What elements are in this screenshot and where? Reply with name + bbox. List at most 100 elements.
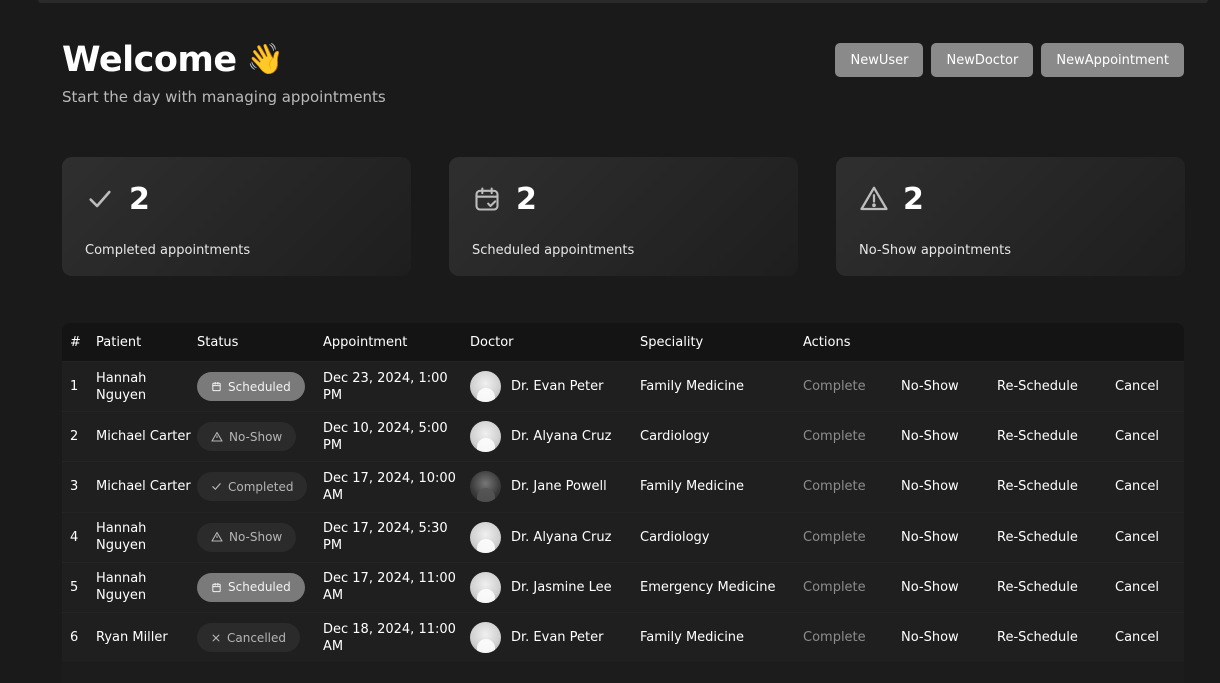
doctor-name: Dr. Alyana Cruz <box>511 429 612 445</box>
appointment-date: Dec 18, 2024, 11:00 AM <box>323 621 456 654</box>
speciality: Cardiology <box>640 429 710 445</box>
reschedule-action[interactable]: Re-Schedule <box>997 580 1115 595</box>
no-show-action[interactable]: No-Show <box>901 479 997 494</box>
stat-card-no-show: 2 No-Show appointments <box>836 157 1185 276</box>
stat-count: 2 <box>903 181 924 217</box>
status-label: Scheduled <box>228 379 291 394</box>
complete-action[interactable]: Complete <box>803 530 901 545</box>
appointment-date: Dec 17, 2024, 5:30 PM <box>323 521 448 554</box>
warning-icon <box>211 431 223 443</box>
doctor-name: Dr. Jasmine Lee <box>511 579 612 595</box>
no-show-action[interactable]: No-Show <box>901 580 997 595</box>
status-label: Completed <box>228 479 294 494</box>
stat-count: 2 <box>129 181 150 217</box>
reschedule-action[interactable]: Re-Schedule <box>997 429 1115 444</box>
stats-cards: 2 Completed appointments 2 Scheduled app… <box>62 157 1185 276</box>
no-show-action[interactable]: No-Show <box>901 379 997 394</box>
welcome-title: Welcome <box>62 40 237 80</box>
cancel-action[interactable]: Cancel <box>1115 479 1159 494</box>
waving-hand-icon: 👋 <box>246 42 284 77</box>
row-number: 3 <box>70 479 79 495</box>
header-actions: NewUser NewDoctor NewAppointment <box>835 43 1184 77</box>
page-subtitle: Start the day with managing appointments <box>62 88 386 106</box>
status-label: Cancelled <box>227 630 286 645</box>
status-badge: Cancelled <box>197 623 300 653</box>
new-doctor-button[interactable]: NewDoctor <box>931 43 1034 77</box>
row-number: 5 <box>70 579 79 595</box>
stat-label: No-Show appointments <box>859 243 1011 258</box>
column-header-number: # <box>70 334 81 350</box>
table-row: 6 Ryan Miller Cancelled Dec 18, 2024, 11… <box>62 611 1184 663</box>
warning-icon <box>211 531 223 543</box>
stat-label: Scheduled appointments <box>472 243 635 258</box>
stat-card-completed: 2 Completed appointments <box>62 157 411 276</box>
table-row: 5 Hannah Nguyen Scheduled Dec 17, 2024, … <box>62 561 1184 612</box>
doctor-avatar <box>470 371 501 403</box>
no-show-action[interactable]: No-Show <box>901 429 997 444</box>
complete-action[interactable]: Complete <box>803 379 901 394</box>
row-number: 4 <box>70 529 79 545</box>
reschedule-action[interactable]: Re-Schedule <box>997 630 1115 645</box>
row-actions: Complete No-Show Re-Schedule Cancel <box>803 429 1184 444</box>
row-actions: Complete No-Show Re-Schedule Cancel <box>803 580 1184 595</box>
reschedule-action[interactable]: Re-Schedule <box>997 530 1115 545</box>
status-badge: No-Show <box>197 522 297 552</box>
cancel-action[interactable]: Cancel <box>1115 630 1159 645</box>
complete-action[interactable]: Complete <box>803 479 901 494</box>
speciality: Cardiology <box>640 529 710 545</box>
speciality: Emergency Medicine <box>640 579 776 595</box>
table-body: 1 Hannah Nguyen Scheduled Dec 23, 2024, … <box>62 361 1184 663</box>
doctor-cell: Dr. Alyana Cruz <box>470 521 640 553</box>
complete-action[interactable]: Complete <box>803 429 901 444</box>
no-show-action[interactable]: No-Show <box>901 530 997 545</box>
patient-name: Hannah Nguyen <box>96 370 147 403</box>
page-title: Welcome 👋 <box>62 40 386 80</box>
complete-action[interactable]: Complete <box>803 580 901 595</box>
calendar-icon <box>211 582 222 593</box>
row-actions: Complete No-Show Re-Schedule Cancel <box>803 630 1184 645</box>
appointments-table: # Patient Status Appointment Doctor Spec… <box>62 323 1184 683</box>
column-header-status: Status <box>197 334 239 350</box>
cancel-action[interactable]: Cancel <box>1115 429 1159 444</box>
cancel-action[interactable]: Cancel <box>1115 379 1159 394</box>
top-bar <box>38 0 1208 3</box>
column-header-actions: Actions <box>803 334 851 350</box>
complete-action[interactable]: Complete <box>803 630 901 645</box>
table-header: # Patient Status Appointment Doctor Spec… <box>62 323 1184 361</box>
doctor-cell: Dr. Alyana Cruz <box>470 421 640 453</box>
stat-card-scheduled: 2 Scheduled appointments <box>449 157 798 276</box>
doctor-avatar <box>470 521 501 553</box>
appointment-date: Dec 10, 2024, 5:00 PM <box>323 420 448 453</box>
status-badge: Scheduled <box>197 372 305 402</box>
row-actions: Complete No-Show Re-Schedule Cancel <box>803 379 1184 394</box>
status-badge: Completed <box>197 472 308 502</box>
status-badge: No-Show <box>197 422 297 452</box>
doctor-name: Dr. Alyana Cruz <box>511 529 612 545</box>
table-row: 3 Michael Carter Completed Dec 17, 2024,… <box>62 461 1184 512</box>
status-cell: Scheduled <box>197 572 323 602</box>
row-actions: Complete No-Show Re-Schedule Cancel <box>803 530 1184 545</box>
patient-name: Michael Carter <box>96 429 191 445</box>
reschedule-action[interactable]: Re-Schedule <box>997 379 1115 394</box>
cancel-action[interactable]: Cancel <box>1115 530 1159 545</box>
calendar-check-icon <box>472 184 502 214</box>
row-number: 6 <box>70 630 79 646</box>
doctor-avatar <box>470 421 501 453</box>
doctor-cell: Dr. Evan Peter <box>470 371 640 403</box>
no-show-action[interactable]: No-Show <box>901 630 997 645</box>
column-header-patient: Patient <box>96 334 142 350</box>
calendar-icon <box>211 381 222 392</box>
status-cell: Completed <box>197 472 323 502</box>
status-badge: Scheduled <box>197 572 305 602</box>
new-appointment-button[interactable]: NewAppointment <box>1041 43 1184 77</box>
doctor-name: Dr. Evan Peter <box>511 379 604 395</box>
new-user-button[interactable]: NewUser <box>835 43 924 77</box>
reschedule-action[interactable]: Re-Schedule <box>997 479 1115 494</box>
patient-name: Hannah Nguyen <box>96 571 147 604</box>
stat-label: Completed appointments <box>85 243 251 258</box>
doctor-avatar <box>470 471 501 503</box>
cancel-action[interactable]: Cancel <box>1115 580 1159 595</box>
patient-name: Hannah Nguyen <box>96 521 147 554</box>
status-cell: No-Show <box>197 522 323 552</box>
row-number: 1 <box>70 379 79 395</box>
